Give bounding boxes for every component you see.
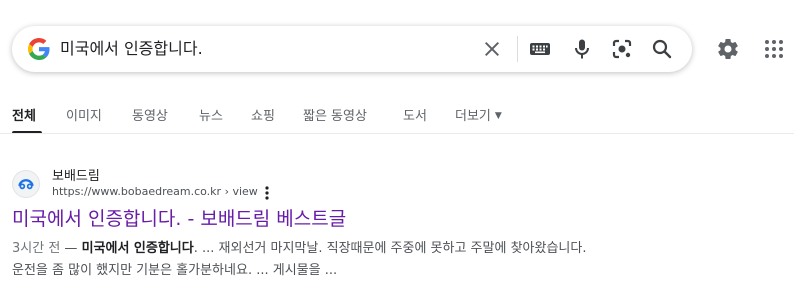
- tab-shopping[interactable]: 쇼핑: [251, 105, 275, 124]
- clear-icon[interactable]: [480, 37, 504, 61]
- more-options-icon[interactable]: [261, 185, 273, 201]
- search-divider: [517, 36, 518, 62]
- search-tabs: 전체 이미지 동영상 뉴스 쇼핑 짧은 동영상 도서 더보기 ▼: [0, 101, 794, 134]
- settings-gear-icon[interactable]: [716, 37, 740, 61]
- google-apps-grid-icon[interactable]: [762, 37, 786, 61]
- snippet-text: . ... 재외선거 마지막날. 직장때문에 주중에 못하고 주말에 찾아왔습니…: [193, 241, 587, 256]
- caret-down-icon: ▼: [494, 111, 502, 121]
- snippet-dash: —: [60, 241, 82, 256]
- camera-lens-icon[interactable]: [610, 37, 634, 61]
- result-url[interactable]: https://www.bobaedream.co.kr › view: [52, 185, 258, 198]
- tab-more[interactable]: 더보기 ▼: [455, 105, 502, 124]
- tab-short-videos[interactable]: 짧은 동영상: [303, 105, 367, 124]
- search-bar[interactable]: 미국에서 인증합니다.: [12, 26, 692, 72]
- tab-videos[interactable]: 동영상: [132, 105, 168, 124]
- keyboard-icon[interactable]: [528, 37, 552, 61]
- result-site-name[interactable]: 보배드림: [52, 165, 100, 184]
- microphone-icon[interactable]: [570, 37, 594, 61]
- result-snippet-line-2: 운전을 좀 많이 했지만 기분은 홀가분하네요. ... 게시물을 ...: [12, 263, 338, 278]
- result-time: 3시간 전: [12, 241, 61, 256]
- tabs-divider: [0, 133, 794, 134]
- snippet-highlight: 미국에서 인증합니다: [81, 241, 194, 256]
- result-snippet-line-1: 3시간 전 — 미국에서 인증합니다. ... 재외선거 마지막날. 직장때문에…: [12, 239, 586, 259]
- result-title-link[interactable]: 미국에서 인증합니다. - 보배드림 베스트글: [12, 206, 346, 232]
- tab-books[interactable]: 도서: [403, 105, 427, 124]
- search-input[interactable]: 미국에서 인증합니다.: [60, 38, 203, 60]
- search-icon[interactable]: [650, 37, 674, 61]
- tab-news[interactable]: 뉴스: [199, 105, 223, 124]
- site-favicon-icon: [12, 170, 40, 198]
- tab-all[interactable]: 전체: [12, 105, 36, 124]
- tab-images[interactable]: 이미지: [66, 105, 102, 124]
- tab-more-label: 더보기: [455, 109, 491, 124]
- google-g-logo-icon: [28, 38, 50, 60]
